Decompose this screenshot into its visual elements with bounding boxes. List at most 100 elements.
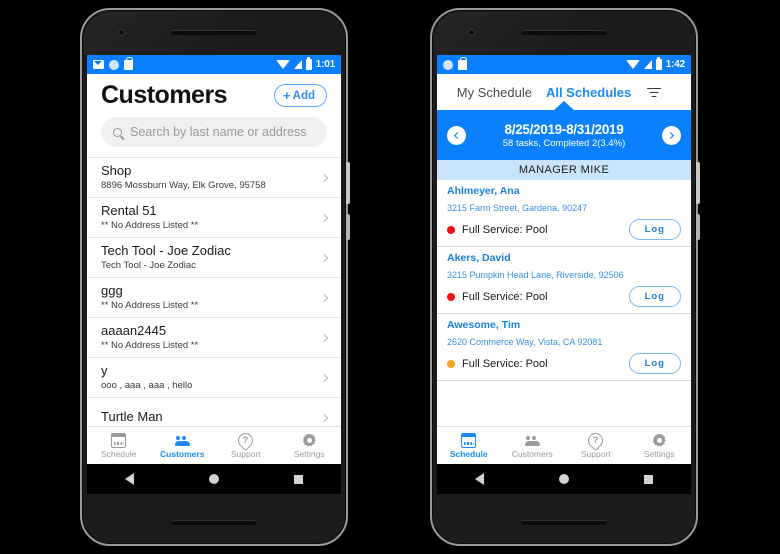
caret-up-icon: [553, 101, 575, 111]
list-item[interactable]: Tech Tool - Joe Zodiac Tech Tool - Joe Z…: [87, 237, 341, 277]
customer-address: Tech Tool - Joe Zodiac: [101, 259, 196, 271]
back-icon[interactable]: [474, 473, 484, 485]
list-item[interactable]: Rental 51 ** No Address Listed **: [87, 197, 341, 237]
next-week-button[interactable]: [662, 125, 681, 145]
signal-icon: [293, 60, 302, 69]
phone-bezel-bottom-right: [434, 494, 694, 542]
customer-name: y: [101, 362, 108, 378]
schedule-customer-address[interactable]: 3215 Farm Street, Gardena, 90247: [447, 203, 681, 213]
log-button[interactable]: Log: [628, 353, 681, 374]
tab-label: Schedule: [101, 448, 137, 459]
status-badge: [447, 292, 455, 301]
table-row[interactable]: Awesome, Tim 2620 Commerce Way, Vista, C…: [437, 314, 691, 381]
power-button-right[interactable]: [696, 162, 700, 204]
chevron-right-icon: [666, 131, 675, 139]
calendar-icon: [461, 432, 477, 448]
recents-icon[interactable]: [644, 474, 654, 484]
status-badge: [447, 225, 455, 234]
list-item[interactable]: Shop 8896 Mossburn Way, Elk Grove, 95758: [87, 157, 341, 197]
customers-header: Customers + Add: [87, 74, 341, 114]
list-item[interactable]: ggg ** No Address Listed **: [87, 277, 341, 317]
add-customer-label: Add: [292, 89, 315, 102]
shopping-bag-icon: [458, 56, 467, 70]
schedule-list[interactable]: Ahlmeyer, Ana 3215 Farm Street, Gardena,…: [437, 180, 691, 426]
search-icon: [113, 127, 122, 137]
signal-icon: [643, 60, 652, 69]
schedule-customer-name[interactable]: Awesome, Tim: [447, 319, 681, 331]
calendar-icon: [111, 432, 127, 448]
schedule-customer-name[interactable]: Ahlmeyer, Ana: [447, 185, 681, 197]
table-row[interactable]: Ahlmeyer, Ana 3215 Farm Street, Gardena,…: [437, 180, 691, 247]
tab-support[interactable]: Support: [564, 427, 628, 464]
tab-support[interactable]: Support: [214, 427, 278, 464]
chevron-right-icon: [319, 253, 329, 262]
customer-name: aaaan2445: [101, 322, 167, 338]
customers-list[interactable]: Shop 8896 Mossburn Way, Elk Grove, 95758…: [87, 157, 341, 426]
wifi-icon: [625, 60, 640, 69]
customer-name: Rental 51: [101, 202, 157, 218]
tab-all-schedules[interactable]: All Schedules: [546, 85, 631, 100]
list-item[interactable]: y ooo , aaa , aaa , hello: [87, 357, 341, 397]
home-icon[interactable]: [558, 474, 569, 484]
status-bar-clock: 1:01: [315, 59, 335, 70]
earpiece-speaker-right: [521, 30, 607, 35]
android-nav-bar-right: [437, 464, 691, 494]
gear-icon: [302, 433, 317, 448]
phone-device-left: 1:01 Customers + Add Search by last name: [80, 8, 350, 546]
tab-customers[interactable]: Customers: [501, 427, 565, 464]
manager-section-header: MANAGER MIKE: [437, 160, 691, 180]
recents-icon[interactable]: [294, 474, 304, 484]
schedule-customer-name[interactable]: Akers, David: [447, 252, 681, 264]
log-button[interactable]: Log: [628, 286, 681, 307]
schedule-customer-address[interactable]: 3215 Pumpkin Head Lane, Riverside, 92506: [447, 270, 681, 280]
search-container: Search by last name or address: [87, 114, 341, 157]
status-bar-right: 1:42: [437, 55, 691, 74]
tab-schedule[interactable]: Schedule: [87, 427, 151, 464]
help-icon: [585, 429, 607, 451]
list-item[interactable]: Turtle Man: [87, 397, 341, 426]
customer-name: Shop: [101, 162, 132, 178]
tab-settings[interactable]: Settings: [278, 427, 342, 464]
people-icon: [524, 433, 540, 448]
power-button-left[interactable]: [346, 162, 350, 204]
prev-week-button[interactable]: [447, 125, 466, 145]
service-label: Full Service: Pool: [462, 223, 548, 236]
bottom-speaker-right: [521, 520, 607, 525]
status-bar-clock: 1:42: [665, 59, 685, 70]
chevron-right-icon: [319, 333, 329, 342]
tab-label: Customers: [160, 448, 205, 459]
tab-settings[interactable]: Settings: [628, 427, 692, 464]
customer-address: ** No Address Listed **: [101, 339, 199, 351]
log-button[interactable]: Log: [628, 219, 681, 240]
search-input[interactable]: Search by last name or address: [101, 117, 327, 147]
volume-button-right[interactable]: [696, 214, 700, 240]
add-customer-button[interactable]: + Add: [274, 84, 327, 107]
home-icon[interactable]: [208, 474, 219, 484]
chevron-left-icon: [453, 131, 462, 139]
tab-schedule[interactable]: Schedule: [437, 427, 501, 464]
schedule-customer-address[interactable]: 2620 Commerce Way, Vista, CA 92081: [447, 337, 681, 347]
plus-icon: +: [283, 88, 291, 103]
tab-my-schedule[interactable]: My Schedule: [457, 85, 532, 100]
week-range-label: 8/25/2019-8/31/2019: [504, 121, 624, 137]
customer-name: Tech Tool - Joe Zodiac: [101, 242, 231, 258]
chevron-right-icon: [319, 293, 329, 302]
service-label: Full Service: Pool: [462, 290, 548, 303]
circle-icon: [443, 59, 453, 70]
status-bar-left: 1:01: [87, 55, 341, 74]
chevron-right-icon: [319, 413, 329, 422]
tab-label: Customers: [511, 448, 553, 459]
tab-label: Schedule: [449, 448, 488, 459]
tab-label: Settings: [643, 448, 675, 459]
phone-device-right: 1:42 My Schedule All Schedules 8/25/2019…: [430, 8, 700, 546]
back-icon[interactable]: [124, 473, 134, 485]
table-row[interactable]: Akers, David 3215 Pumpkin Head Lane, Riv…: [437, 247, 691, 314]
screen-schedule: 1:42 My Schedule All Schedules 8/25/2019…: [437, 55, 691, 494]
list-item[interactable]: aaaan2445 ** No Address Listed **: [87, 317, 341, 357]
filter-icon[interactable]: [647, 87, 662, 98]
gear-icon: [652, 433, 667, 448]
search-placeholder: Search by last name or address: [130, 125, 307, 139]
tab-customers[interactable]: Customers: [151, 427, 215, 464]
volume-button-left[interactable]: [346, 214, 350, 240]
status-badge: [447, 359, 455, 368]
